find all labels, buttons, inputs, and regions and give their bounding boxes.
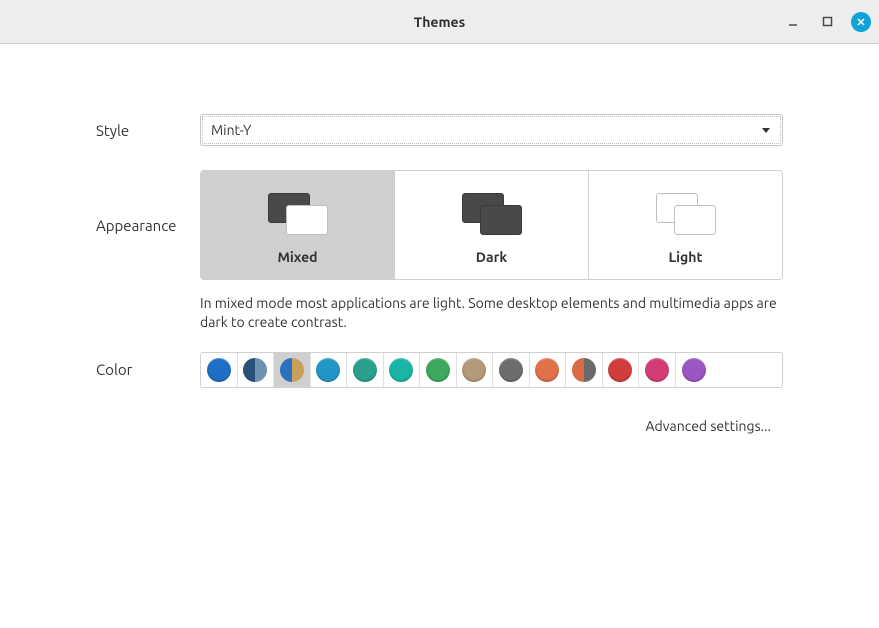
color-circle-icon — [353, 358, 377, 382]
color-circle-icon — [608, 358, 632, 382]
appearance-option-dark[interactable]: Dark — [395, 171, 589, 279]
window-title: Themes — [414, 14, 465, 30]
color-circle-icon — [316, 358, 340, 382]
color-swatch-green[interactable] — [420, 353, 457, 387]
color-swatch-aqua[interactable] — [311, 353, 348, 387]
close-button[interactable] — [851, 12, 871, 32]
style-dropdown[interactable]: Mint-Y — [200, 114, 783, 146]
chevron-down-icon — [760, 124, 772, 136]
color-circle-icon — [426, 358, 450, 382]
mixed-preview-icon — [268, 193, 328, 235]
appearance-group: Mixed Dark Light — [200, 170, 783, 280]
color-circle-icon — [280, 358, 304, 382]
light-preview-icon — [656, 193, 716, 235]
appearance-mixed-label: Mixed — [277, 249, 317, 265]
appearance-option-light[interactable]: Light — [589, 171, 782, 279]
appearance-row: Appearance Mixed Dark — [96, 170, 783, 280]
color-circle-icon — [535, 358, 559, 382]
color-swatch-group — [200, 352, 783, 388]
maximize-icon — [822, 16, 833, 27]
color-label: Color — [96, 361, 200, 378]
appearance-light-label: Light — [668, 249, 702, 265]
color-swatch-cyan[interactable] — [384, 353, 421, 387]
color-swatch-blue-grey[interactable] — [238, 353, 275, 387]
minimize-icon — [787, 16, 799, 28]
color-swatch-orange-grey[interactable] — [566, 353, 603, 387]
color-circle-icon — [572, 358, 596, 382]
color-circle-icon — [462, 358, 486, 382]
color-swatch-grey[interactable] — [493, 353, 530, 387]
color-swatch-teal[interactable] — [347, 353, 384, 387]
color-swatch-blue[interactable] — [201, 353, 238, 387]
color-row: Color — [96, 352, 783, 388]
color-circle-icon — [207, 358, 231, 382]
appearance-dark-label: Dark — [476, 249, 507, 265]
color-swatch-orange[interactable] — [530, 353, 567, 387]
style-label: Style — [96, 122, 200, 139]
appearance-label: Appearance — [96, 217, 200, 234]
close-icon — [856, 17, 866, 27]
maximize-button[interactable] — [817, 12, 837, 32]
color-circle-icon — [389, 358, 413, 382]
appearance-hint-row: In mixed mode most applications are ligh… — [96, 294, 783, 332]
content-area: Style Mint-Y Appearance Mixed — [0, 44, 879, 434]
appearance-option-mixed[interactable]: Mixed — [201, 171, 395, 279]
color-swatch-red[interactable] — [603, 353, 640, 387]
color-swatch-purple[interactable] — [676, 353, 713, 387]
color-swatch-sand[interactable] — [457, 353, 494, 387]
dark-preview-icon — [462, 193, 522, 235]
color-circle-icon — [682, 358, 706, 382]
color-swatch-blue-sand[interactable] — [274, 353, 311, 387]
style-row: Style Mint-Y — [96, 114, 783, 146]
color-circle-icon — [645, 358, 669, 382]
minimize-button[interactable] — [783, 12, 803, 32]
appearance-hint: In mixed mode most applications are ligh… — [200, 294, 783, 332]
color-swatch-pink[interactable] — [639, 353, 676, 387]
style-selected-value: Mint-Y — [211, 122, 251, 138]
window-controls — [783, 0, 871, 43]
advanced-settings-link[interactable]: Advanced settings... — [96, 418, 783, 434]
titlebar: Themes — [0, 0, 879, 44]
color-circle-icon — [243, 358, 267, 382]
color-circle-icon — [499, 358, 523, 382]
